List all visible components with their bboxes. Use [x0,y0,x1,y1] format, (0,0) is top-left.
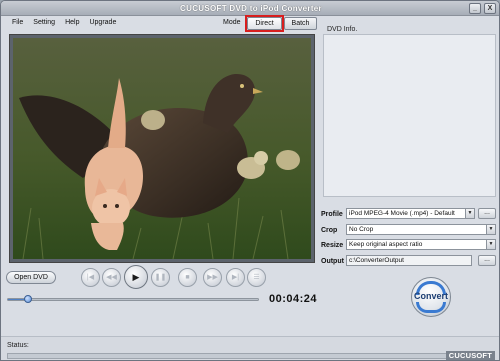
resize-label: Resize [321,242,344,249]
status-progress-bar [7,353,447,359]
skip-start-button[interactable]: |◀ [81,268,100,287]
crop-label: Crop [321,227,338,234]
brand-logo: CUCUSOFT [445,351,495,360]
convert-label: Convert [413,291,448,301]
output-label: Output [321,258,344,265]
menu-file[interactable]: File [7,17,28,28]
chevron-down-icon: ▼ [486,240,495,249]
play-button[interactable]: ▶ [124,265,148,289]
dvd-info-panel [323,34,496,197]
rewind-icon: ◀◀ [106,274,117,281]
mode-label: Mode [223,19,241,26]
convert-button[interactable]: Convert [411,277,451,317]
output-path-value: c:\ConverterOutput [349,257,404,264]
chevron-down-icon: ▼ [465,209,474,218]
mode-batch-button[interactable]: Batch [284,17,317,30]
refresh-arrow-icon [416,302,446,313]
app-window: CUCUSOFT DVD to iPod Converter _ X File … [0,0,500,361]
status-bar: Status: CUCUSOFT [1,336,499,360]
video-preview[interactable] [13,38,311,259]
crop-value: No Crop [349,226,374,233]
selected-mode-highlight [245,15,284,32]
video-preview-frame [9,34,315,263]
close-button[interactable]: X [484,3,496,14]
profile-select[interactable]: iPod MPEG-4 Movie (.mp4) - Default ▼ [346,208,475,219]
profile-browse-button[interactable]: ... [478,208,496,219]
fast-forward-button[interactable]: ▶▶ [203,268,222,287]
seek-slider[interactable] [7,295,259,303]
rewind-button[interactable]: ◀◀ [102,268,121,287]
status-label: Status: [7,342,29,349]
menu-setting[interactable]: Setting [28,17,60,28]
list-icon: ☰ [253,274,260,281]
minimize-icon: _ [473,5,477,12]
play-icon: ▶ [132,272,140,282]
chapter-list-button[interactable]: ☰ [247,268,266,287]
video-frame-image [13,38,311,259]
resize-select[interactable]: Keep original aspect ratio ▼ [346,239,496,250]
chevron-down-icon: ▼ [486,225,495,234]
minimize-button[interactable]: _ [469,3,481,14]
skip-end-icon: ▶| [231,274,240,281]
menu-help[interactable]: Help [60,17,84,28]
output-browse-button[interactable]: ... [478,255,496,266]
skip-start-icon: |◀ [86,274,95,281]
close-icon: X [487,5,493,12]
seek-thumb[interactable] [24,295,32,303]
open-dvd-button[interactable]: Open DVD [6,271,56,284]
output-path-field[interactable]: c:\ConverterOutput [346,255,472,266]
resize-value: Keep original aspect ratio [349,241,423,248]
menu-bar: File Setting Help Upgrade [7,17,121,28]
pause-icon: ❚❚ [154,274,167,281]
skip-end-button[interactable]: ▶| [226,268,245,287]
pause-button[interactable]: ❚❚ [151,268,170,287]
profile-label: Profile [321,211,343,218]
stop-icon: ■ [185,274,190,281]
fast-forward-icon: ▶▶ [207,274,218,281]
stop-button[interactable]: ■ [178,268,197,287]
crop-select[interactable]: No Crop ▼ [346,224,496,235]
title-bar[interactable]: CUCUSOFT DVD to iPod Converter _ X [1,1,499,16]
profile-value: iPod MPEG-4 Movie (.mp4) - Default [349,210,455,217]
dvd-info-label: DVD Info. [327,26,358,33]
menu-upgrade[interactable]: Upgrade [84,17,121,28]
window-title: CUCUSOFT DVD to iPod Converter [180,4,322,13]
playback-time: 00:04:24 [269,293,318,305]
